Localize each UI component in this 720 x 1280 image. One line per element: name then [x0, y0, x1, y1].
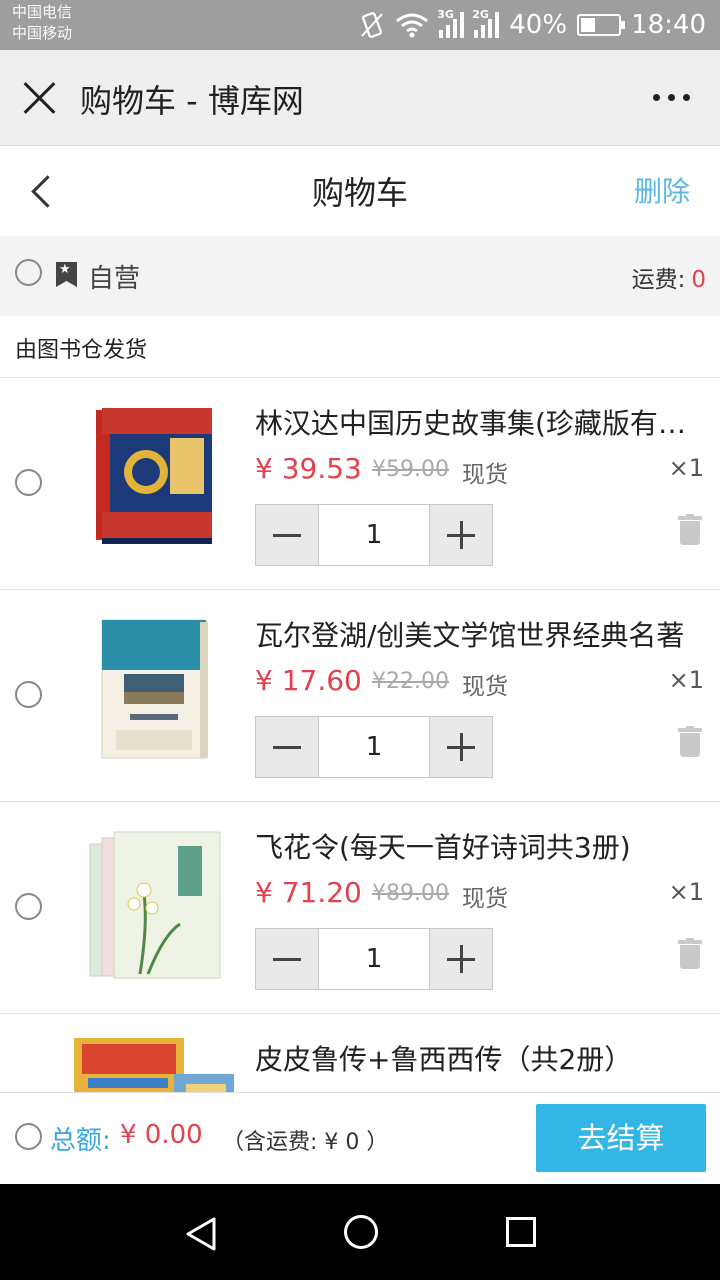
- quantity-value[interactable]: 1: [318, 929, 430, 989]
- checkout-bar: 总额: ¥ 0.00 （含运费: ¥ 0 ） 去结算: [0, 1092, 720, 1184]
- quantity-stepper: 1: [255, 928, 493, 990]
- quantity-value[interactable]: 1: [318, 717, 430, 777]
- book-cover-image[interactable]: [88, 400, 222, 560]
- trash-icon[interactable]: [678, 514, 702, 546]
- item-stock-status: 现货: [462, 462, 508, 488]
- decrease-quantity-button[interactable]: [256, 505, 318, 565]
- webview-title: 购物车 - 博库网: [80, 82, 304, 120]
- select-all-radio[interactable]: [15, 1123, 42, 1150]
- shipping-note: （含运费: ¥ 0 ）: [222, 1130, 389, 1155]
- status-bar: 中国电信 中国移动 3G 2G 40% 18:40: [0, 0, 720, 50]
- item-name[interactable]: 皮皮鲁传+鲁西西传（共2册）: [255, 1038, 710, 1078]
- book-cover-image[interactable]: [88, 824, 222, 984]
- item-name[interactable]: 林汉达中国历史故事集(珍藏版有声版): [255, 402, 710, 442]
- item-count: ×1: [668, 878, 704, 906]
- item-original-price: ¥59.00: [372, 457, 449, 482]
- item-name[interactable]: 飞花令(每天一首好诗词共3册): [255, 826, 710, 866]
- shipping-fee: 运费: 0: [632, 260, 706, 294]
- nav-home-icon[interactable]: [344, 1215, 378, 1249]
- item-select-radio[interactable]: [15, 893, 42, 920]
- page-title: 购物车: [311, 174, 408, 212]
- item-select-radio[interactable]: [15, 681, 42, 708]
- nav-back-icon[interactable]: [184, 1216, 220, 1252]
- item-original-price: ¥89.00: [372, 881, 449, 906]
- item-count: ×1: [668, 666, 704, 694]
- cart-item: 林汉达中国历史故事集(珍藏版有声版) ¥ 39.53 ¥59.00 现货 ×1 …: [0, 378, 720, 590]
- checkout-button[interactable]: 去结算: [536, 1104, 706, 1172]
- bookmark-icon: [56, 262, 77, 287]
- cart-item: 飞花令(每天一首好诗词共3册) ¥ 71.20 ¥89.00 现货 ×1 1: [0, 802, 720, 1014]
- cart-item: 瓦尔登湖/创美文学馆世界经典名著 ¥ 17.60 ¥22.00 现货 ×1 1: [0, 590, 720, 802]
- carrier-2: 中国移动: [12, 24, 73, 42]
- signal-2g-icon: 2G: [472, 8, 500, 38]
- delete-button[interactable]: 删除: [634, 170, 690, 210]
- quantity-stepper: 1: [255, 716, 493, 778]
- quantity-value[interactable]: 1: [318, 505, 430, 565]
- trash-icon[interactable]: [678, 938, 702, 970]
- warehouse-note-row: 由图书仓发货: [0, 316, 720, 378]
- network-2g-label: 2G: [472, 8, 489, 21]
- total-value: ¥ 0.00: [120, 1120, 203, 1150]
- battery-icon: [577, 14, 626, 36]
- status-icons: 3G 2G 40% 18:40: [359, 0, 706, 50]
- item-price: ¥ 39.53: [255, 452, 362, 485]
- signal-3g-icon: 3G: [437, 8, 465, 38]
- shop-select-radio[interactable]: [15, 259, 42, 286]
- increase-quantity-button[interactable]: [430, 929, 492, 989]
- clock: 18:40: [631, 10, 706, 40]
- wifi-icon: [396, 13, 429, 38]
- webview-title-bar: 购物车 - 博库网: [0, 50, 720, 146]
- decrease-quantity-button[interactable]: [256, 929, 318, 989]
- shop-name: 自营: [88, 264, 141, 294]
- system-nav-bar: [0, 1184, 720, 1280]
- cart-item-list: 林汉达中国历史故事集(珍藏版有声版) ¥ 39.53 ¥59.00 现货 ×1 …: [0, 378, 720, 1114]
- total-label: 总额:: [50, 1126, 111, 1156]
- item-original-price: ¥22.00: [372, 669, 449, 694]
- carrier-1: 中国电信: [12, 3, 73, 21]
- item-name[interactable]: 瓦尔登湖/创美文学馆世界经典名著: [255, 614, 710, 654]
- battery-percent: 40%: [509, 10, 568, 40]
- nav-recents-icon[interactable]: [506, 1217, 536, 1247]
- trash-icon[interactable]: [678, 726, 702, 758]
- increase-quantity-button[interactable]: [430, 505, 492, 565]
- item-count: ×1: [668, 454, 704, 482]
- shipping-value: 0: [691, 267, 706, 293]
- decrease-quantity-button[interactable]: [256, 717, 318, 777]
- item-price: ¥ 17.60: [255, 664, 362, 697]
- vibrate-icon: [361, 12, 384, 38]
- item-stock-status: 现货: [462, 674, 508, 700]
- more-options-icon[interactable]: [653, 84, 690, 101]
- warehouse-note: 由图书仓发货: [15, 338, 148, 363]
- item-select-radio[interactable]: [15, 469, 42, 496]
- close-icon[interactable]: [22, 80, 58, 116]
- book-cover-image[interactable]: [88, 612, 222, 772]
- shop-row: 自营 运费:0: [0, 236, 720, 316]
- shipping-label: 运费:: [631, 267, 686, 293]
- increase-quantity-button[interactable]: [430, 717, 492, 777]
- item-stock-status: 现货: [462, 886, 508, 912]
- item-price: ¥ 71.20: [255, 876, 362, 909]
- quantity-stepper: 1: [255, 504, 493, 566]
- page-header: 购物车 删除: [0, 146, 720, 236]
- carrier-info: 中国电信 中国移动: [12, 2, 72, 44]
- network-3g-label: 3G: [437, 8, 454, 21]
